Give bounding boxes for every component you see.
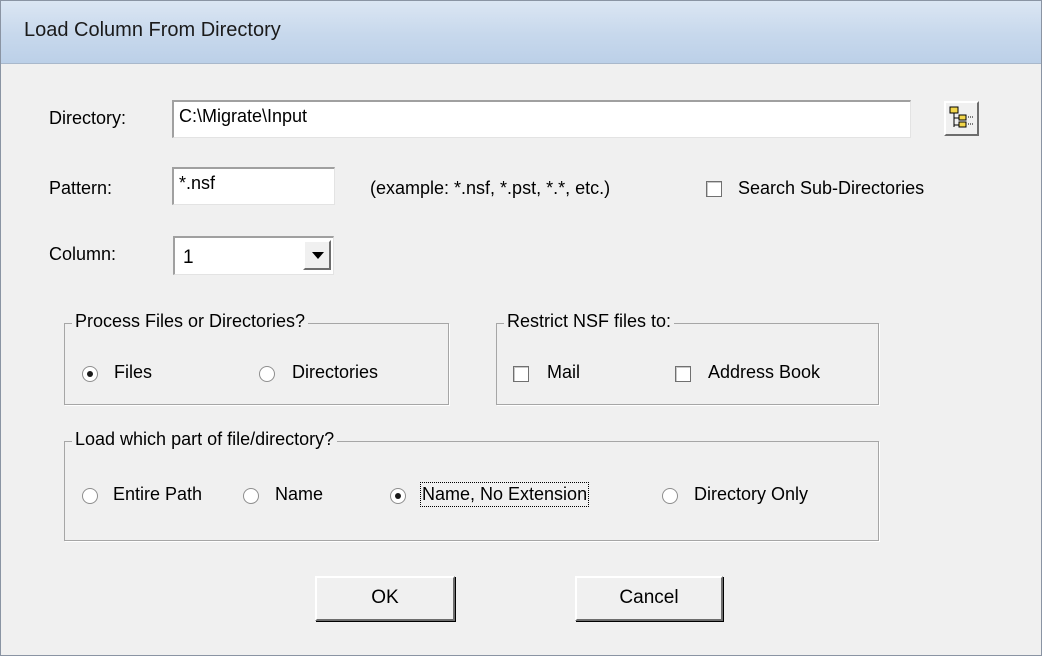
restrict-group-title: Restrict NSF files to:	[504, 311, 675, 332]
pattern-example: (example: *.nsf, *.pst, *.*, etc.)	[370, 178, 611, 198]
window-title: Load Column From Directory	[24, 19, 281, 41]
name-no-extension-radio-label[interactable]: Name, No Extension	[419, 482, 590, 507]
address-book-checkbox[interactable]	[675, 366, 691, 382]
pattern-label: Pattern:	[49, 178, 113, 198]
directory-input[interactable]: C:\Migrate\Input	[172, 100, 911, 138]
process-group-title: Process Files or Directories?	[72, 311, 309, 332]
files-radio-label[interactable]: Files	[114, 362, 152, 383]
browse-directory-button[interactable]	[944, 101, 979, 136]
directory-only-radio-label[interactable]: Directory Only	[694, 484, 808, 505]
restrict-nsf-files-group: Restrict NSF files to: Mail Address Book	[496, 311, 879, 405]
entire-path-radio-label[interactable]: Entire Path	[113, 484, 202, 505]
title-bar[interactable]: Load Column From Directory	[1, 1, 1041, 64]
directories-radio[interactable]	[259, 366, 275, 382]
search-sub-directories-label[interactable]: Search Sub-Directories	[738, 178, 924, 199]
column-label: Column:	[49, 244, 117, 264]
column-select-value: 1	[183, 247, 194, 268]
cancel-button[interactable]: Cancel	[575, 576, 723, 621]
files-radio[interactable]	[82, 366, 98, 382]
name-radio[interactable]	[243, 488, 259, 504]
dialog-window: Load Column From Directory Directory: C:…	[0, 0, 1042, 656]
search-sub-directories-checkbox[interactable]	[706, 181, 722, 197]
chevron-down-icon[interactable]	[303, 240, 331, 270]
directory-only-radio[interactable]	[662, 488, 678, 504]
address-book-checkbox-label[interactable]: Address Book	[708, 362, 820, 383]
ok-button[interactable]: OK	[315, 576, 455, 621]
load-part-group-title: Load which part of file/directory?	[72, 429, 338, 450]
mail-checkbox-label[interactable]: Mail	[547, 362, 580, 383]
pattern-input[interactable]: *.nsf	[172, 167, 335, 205]
directory-label: Directory:	[49, 108, 127, 128]
entire-path-radio[interactable]	[82, 488, 98, 504]
directories-radio-label[interactable]: Directories	[292, 362, 378, 383]
folder-tree-icon	[949, 106, 973, 128]
mail-checkbox[interactable]	[513, 366, 529, 382]
column-select[interactable]: 1	[173, 236, 334, 275]
process-files-or-directories-group: Process Files or Directories? Files Dire…	[64, 311, 449, 405]
name-radio-label[interactable]: Name	[275, 484, 323, 505]
name-no-extension-radio[interactable]	[390, 488, 406, 504]
load-which-part-group: Load which part of file/directory? Entir…	[64, 429, 879, 541]
